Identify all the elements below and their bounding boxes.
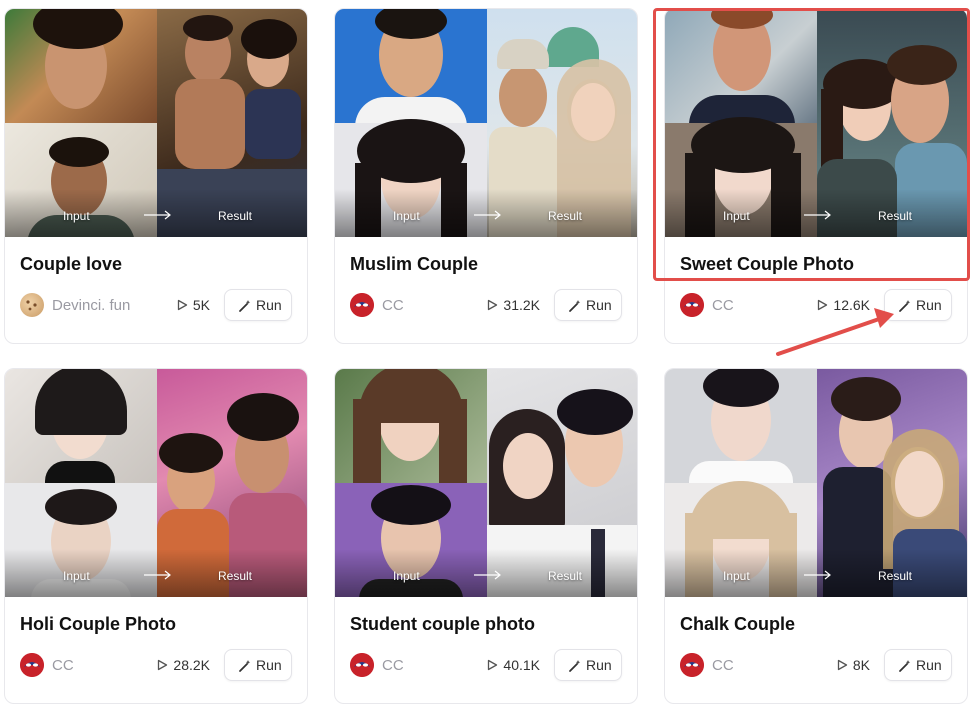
- play-count: 31.2K: [503, 297, 540, 313]
- card-thumbnail[interactable]: Input Result: [665, 369, 967, 597]
- input-label: Input: [723, 569, 750, 583]
- author-name[interactable]: Devinci. fun: [52, 297, 130, 314]
- magic-wand-icon: [899, 300, 911, 312]
- magic-wand-icon: [239, 300, 251, 312]
- magic-wand-icon: [569, 300, 581, 312]
- input-photo-top: [665, 9, 817, 125]
- run-button[interactable]: Run: [224, 649, 292, 681]
- card-thumbnail[interactable]: Input Result: [335, 9, 637, 237]
- card-thumbnail[interactable]: Input Result: [5, 369, 307, 597]
- arrow-right-icon: [804, 570, 831, 580]
- run-button-label: Run: [586, 297, 612, 313]
- card-title[interactable]: Holi Couple Photo: [20, 614, 176, 635]
- play-count: 40.1K: [503, 657, 540, 673]
- template-card-sweet-couple-photo[interactable]: Input Result Sweet Couple Photo CC 12.6K…: [664, 8, 968, 344]
- arrow-right-icon: [144, 570, 171, 580]
- author-name[interactable]: CC: [52, 657, 74, 674]
- arrow-right-icon: [144, 210, 171, 220]
- template-card-muslim-couple[interactable]: Input Result Muslim Couple CC 31.2K Run: [334, 8, 638, 344]
- result-label: Result: [548, 209, 583, 223]
- arrow-right-icon: [804, 210, 831, 220]
- input-photo-top: [335, 9, 487, 127]
- author-name[interactable]: CC: [712, 657, 734, 674]
- card-meta: CC 40.1K Run: [350, 649, 622, 681]
- card-title[interactable]: Muslim Couple: [350, 254, 478, 275]
- result-label: Result: [218, 209, 253, 223]
- input-photo-top: [5, 9, 157, 123]
- card-meta: CC 12.6K Run: [680, 289, 952, 321]
- input-photo-top: [335, 369, 487, 483]
- card-meta: Devinci. fun 5K Run: [20, 289, 292, 321]
- arrow-right-icon: [474, 570, 501, 580]
- magic-wand-icon: [899, 660, 911, 672]
- run-button-label: Run: [916, 657, 942, 673]
- input-label: Input: [393, 209, 420, 223]
- play-count: 28.2K: [173, 657, 210, 673]
- author-avatar[interactable]: [680, 653, 704, 677]
- card-title[interactable]: Couple love: [20, 254, 122, 275]
- input-photo-top: [665, 369, 817, 483]
- input-label: Input: [723, 209, 750, 223]
- play-count-icon: [177, 299, 188, 311]
- card-meta: CC 28.2K Run: [20, 649, 292, 681]
- play-count-icon: [817, 299, 828, 311]
- result-label: Result: [878, 569, 913, 583]
- magic-wand-icon: [239, 660, 251, 672]
- author-name[interactable]: CC: [382, 297, 404, 314]
- play-count-icon: [837, 659, 848, 671]
- input-label: Input: [63, 209, 90, 223]
- author-name[interactable]: CC: [382, 657, 404, 674]
- run-button-label: Run: [256, 297, 282, 313]
- author-name[interactable]: CC: [712, 297, 734, 314]
- play-count-icon: [487, 659, 498, 671]
- author-avatar[interactable]: [20, 653, 44, 677]
- result-label: Result: [218, 569, 253, 583]
- author-avatar[interactable]: [680, 293, 704, 317]
- card-meta: CC 8K Run: [680, 649, 952, 681]
- card-thumbnail[interactable]: Input Result: [335, 369, 637, 597]
- arrow-right-icon: [474, 210, 501, 220]
- input-label: Input: [393, 569, 420, 583]
- result-label: Result: [878, 209, 913, 223]
- run-button-label: Run: [256, 657, 282, 673]
- author-avatar[interactable]: [350, 653, 374, 677]
- play-count: 5K: [192, 297, 210, 313]
- run-button-label: Run: [916, 297, 942, 313]
- card-title[interactable]: Chalk Couple: [680, 614, 795, 635]
- play-count: 8K: [852, 657, 870, 673]
- run-button[interactable]: Run: [554, 289, 622, 321]
- author-avatar[interactable]: [20, 293, 44, 317]
- card-meta: CC 31.2K Run: [350, 289, 622, 321]
- input-label: Input: [63, 569, 90, 583]
- run-button-label: Run: [586, 657, 612, 673]
- template-card-couple-love[interactable]: Input Result Couple love Devinci. fun 5K…: [4, 8, 308, 344]
- input-photo-top: [5, 369, 157, 483]
- card-thumbnail[interactable]: Input Result: [665, 9, 967, 237]
- magic-wand-icon: [569, 660, 581, 672]
- card-title[interactable]: Student couple photo: [350, 614, 535, 635]
- run-button[interactable]: Run: [884, 649, 952, 681]
- template-card-chalk-couple[interactable]: Input Result Chalk Couple CC 8K Run: [664, 368, 968, 704]
- card-thumbnail[interactable]: Input Result: [5, 9, 307, 237]
- template-card-student-couple-photo[interactable]: Input Result Student couple photo CC 40.…: [334, 368, 638, 704]
- result-label: Result: [548, 569, 583, 583]
- template-card-holi-couple-photo[interactable]: Input Result Holi Couple Photo CC 28.2K …: [4, 368, 308, 704]
- play-count-icon: [157, 659, 168, 671]
- run-button[interactable]: Run: [554, 649, 622, 681]
- run-button[interactable]: Run: [884, 289, 952, 321]
- card-title[interactable]: Sweet Couple Photo: [680, 254, 854, 275]
- author-avatar[interactable]: [350, 293, 374, 317]
- play-count-icon: [487, 299, 498, 311]
- run-button[interactable]: Run: [224, 289, 292, 321]
- play-count: 12.6K: [833, 297, 870, 313]
